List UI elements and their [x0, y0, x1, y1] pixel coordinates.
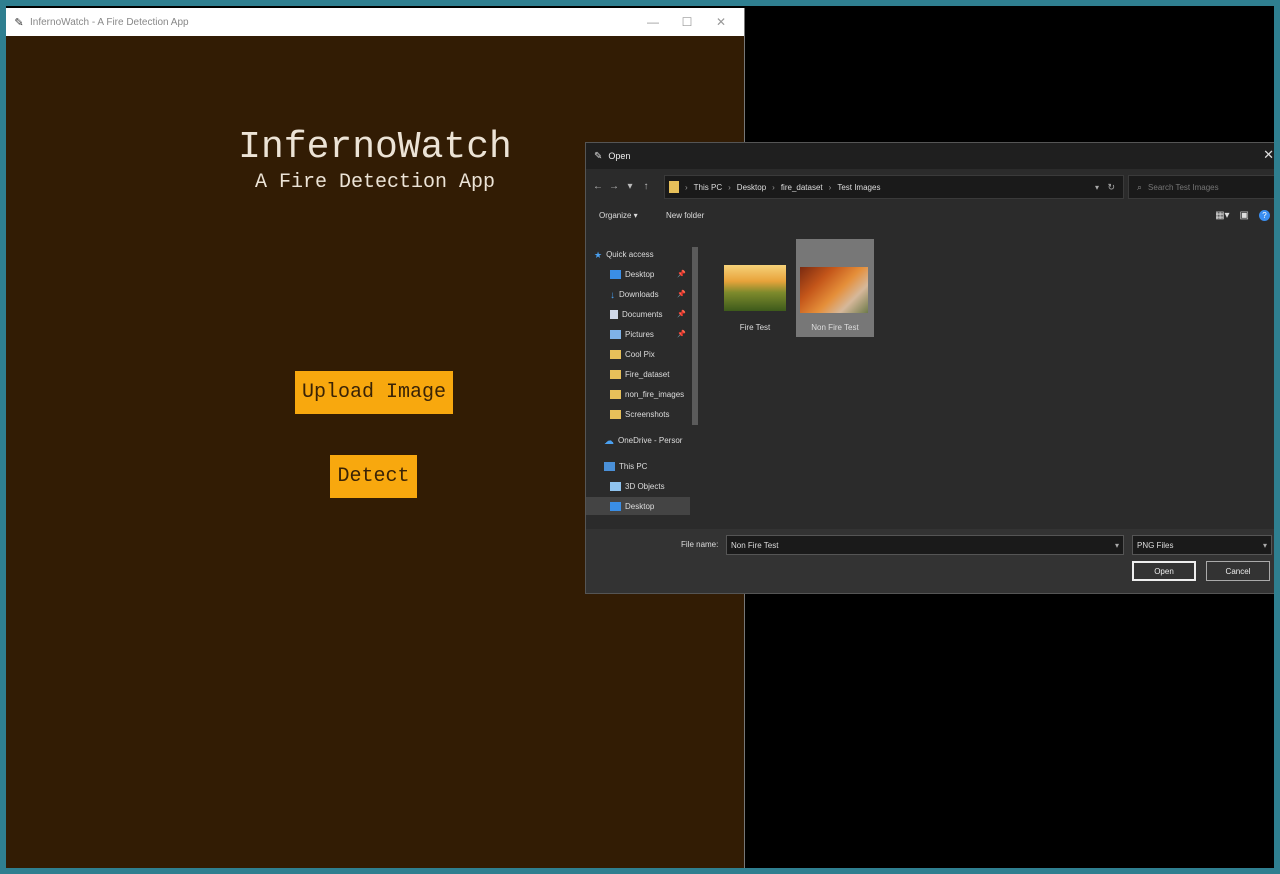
- address-bar[interactable]: › This PC › Desktop › fire_dataset › Tes…: [664, 175, 1124, 199]
- document-icon: [610, 309, 618, 319]
- chevron-down-icon[interactable]: ▾: [1263, 541, 1267, 550]
- breadcrumb-desktop[interactable]: Desktop: [737, 183, 766, 192]
- open-dialog: ✎ Open ✕ ← → ▾ ↑ › This PC › Desktop › f…: [586, 143, 1280, 593]
- file-list: Fire Test Non Fire Test: [706, 235, 1280, 525]
- detect-button[interactable]: Detect: [330, 455, 417, 498]
- feather-icon: ✎: [594, 150, 603, 162]
- pictures-icon: [610, 329, 621, 339]
- recent-dropdown-icon[interactable]: ▾: [622, 181, 638, 192]
- nav-onedrive[interactable]: ☁ OneDrive - Persor: [604, 431, 690, 449]
- new-folder-button[interactable]: New folder: [666, 211, 704, 220]
- nav-cool-pix[interactable]: Cool Pix: [610, 345, 690, 363]
- file-tile-fire-test[interactable]: Fire Test: [716, 239, 794, 337]
- breadcrumb-this-pc[interactable]: This PC: [694, 183, 722, 192]
- address-dropdown-icon[interactable]: ▾: [1095, 183, 1099, 192]
- chevron-down-icon[interactable]: ▾: [1115, 541, 1119, 550]
- star-icon: ★: [594, 249, 603, 260]
- breadcrumb-fire-dataset[interactable]: fire_dataset: [781, 183, 823, 192]
- nav-desktop[interactable]: Desktop 📌: [610, 265, 690, 283]
- desktop-icon: [610, 269, 621, 279]
- pin-icon: 📌: [677, 291, 686, 298]
- navigation-pane: ★ Quick access Desktop 📌 ↓ Downloads 📌 D…: [586, 235, 704, 525]
- file-name-label: File name:: [681, 540, 719, 549]
- pin-icon: 📌: [677, 311, 686, 318]
- file-tile-non-fire-test[interactable]: Non Fire Test: [796, 239, 874, 337]
- cancel-button[interactable]: Cancel: [1206, 561, 1270, 581]
- view-options-icon[interactable]: ▦▾: [1215, 210, 1229, 221]
- pin-icon: 📌: [677, 331, 686, 338]
- app-window-title: InfernoWatch - A Fire Detection App: [30, 16, 189, 28]
- nav-3d-objects[interactable]: 3D Objects: [610, 477, 690, 495]
- up-icon[interactable]: ↑: [638, 181, 654, 192]
- feather-icon: ✎: [14, 16, 24, 29]
- file-type-value: PNG Files: [1137, 540, 1174, 550]
- refresh-icon[interactable]: ↻: [1107, 182, 1115, 193]
- app-titlebar[interactable]: ✎ InfernoWatch - A Fire Detection App — …: [6, 8, 744, 36]
- search-box[interactable]: ⌕: [1128, 175, 1276, 199]
- preview-pane-icon[interactable]: ▣: [1240, 210, 1249, 221]
- dialog-toolbar: Organize ▾ New folder ▦▾ ▣ ?: [586, 205, 1280, 229]
- pin-icon: 📌: [677, 271, 686, 278]
- help-icon[interactable]: ?: [1259, 210, 1270, 221]
- scrollbar-thumb[interactable]: [692, 247, 698, 425]
- folder-icon: [610, 369, 621, 379]
- desktop-icon: [610, 501, 621, 511]
- close-icon[interactable]: ✕: [704, 8, 738, 36]
- file-name: Non Fire Test: [811, 323, 859, 332]
- file-name-input[interactable]: [727, 539, 1103, 551]
- folder-icon: [610, 349, 621, 359]
- nav-scrollbar[interactable]: [690, 235, 700, 527]
- cube-icon: [610, 481, 621, 491]
- breadcrumb-test-images[interactable]: Test Images: [837, 183, 880, 192]
- image-thumbnail: [724, 265, 786, 311]
- maximize-icon[interactable]: ☐: [670, 8, 704, 36]
- search-input[interactable]: [1146, 181, 1261, 193]
- file-type-select[interactable]: PNG Files ▾: [1132, 535, 1272, 555]
- address-row: ← → ▾ ↑ › This PC › Desktop › fire_datas…: [586, 173, 1280, 199]
- dialog-title: Open: [608, 151, 631, 161]
- nav-quick-access[interactable]: ★ Quick access: [594, 245, 698, 263]
- organize-button[interactable]: Organize ▾: [599, 211, 638, 220]
- nav-non-fire-images[interactable]: non_fire_images: [610, 385, 690, 403]
- back-icon[interactable]: ←: [590, 181, 606, 192]
- nav-this-pc[interactable]: This PC: [604, 457, 690, 475]
- nav-fire-dataset[interactable]: Fire_dataset: [610, 365, 690, 383]
- download-icon: ↓: [610, 289, 615, 301]
- cloud-icon: ☁: [604, 435, 614, 447]
- file-name: Fire Test: [739, 323, 771, 332]
- minimize-icon[interactable]: —: [636, 8, 670, 36]
- nav-downloads[interactable]: ↓ Downloads 📌: [610, 285, 690, 303]
- folder-icon: [610, 409, 621, 419]
- dialog-close-icon[interactable]: ✕: [1263, 147, 1274, 163]
- search-icon: ⌕: [1137, 181, 1143, 192]
- dialog-titlebar[interactable]: ✎ Open ✕: [586, 143, 1280, 169]
- computer-icon: [604, 461, 615, 471]
- nav-documents[interactable]: Documents 📌: [610, 305, 690, 323]
- nav-desktop-this-pc[interactable]: Desktop: [586, 497, 690, 515]
- upload-image-button[interactable]: Upload Image: [295, 371, 453, 414]
- nav-pictures[interactable]: Pictures 📌: [610, 325, 690, 343]
- file-name-field[interactable]: ▾: [726, 535, 1124, 555]
- dialog-footer: File name: ▾ PNG Files ▾ Open Cancel: [586, 529, 1280, 593]
- folder-icon: [610, 389, 621, 399]
- open-button[interactable]: Open: [1132, 561, 1196, 581]
- nav-screenshots[interactable]: Screenshots: [610, 405, 690, 423]
- forward-icon[interactable]: →: [606, 181, 622, 192]
- image-thumbnail: [800, 267, 868, 313]
- folder-icon: [669, 181, 679, 193]
